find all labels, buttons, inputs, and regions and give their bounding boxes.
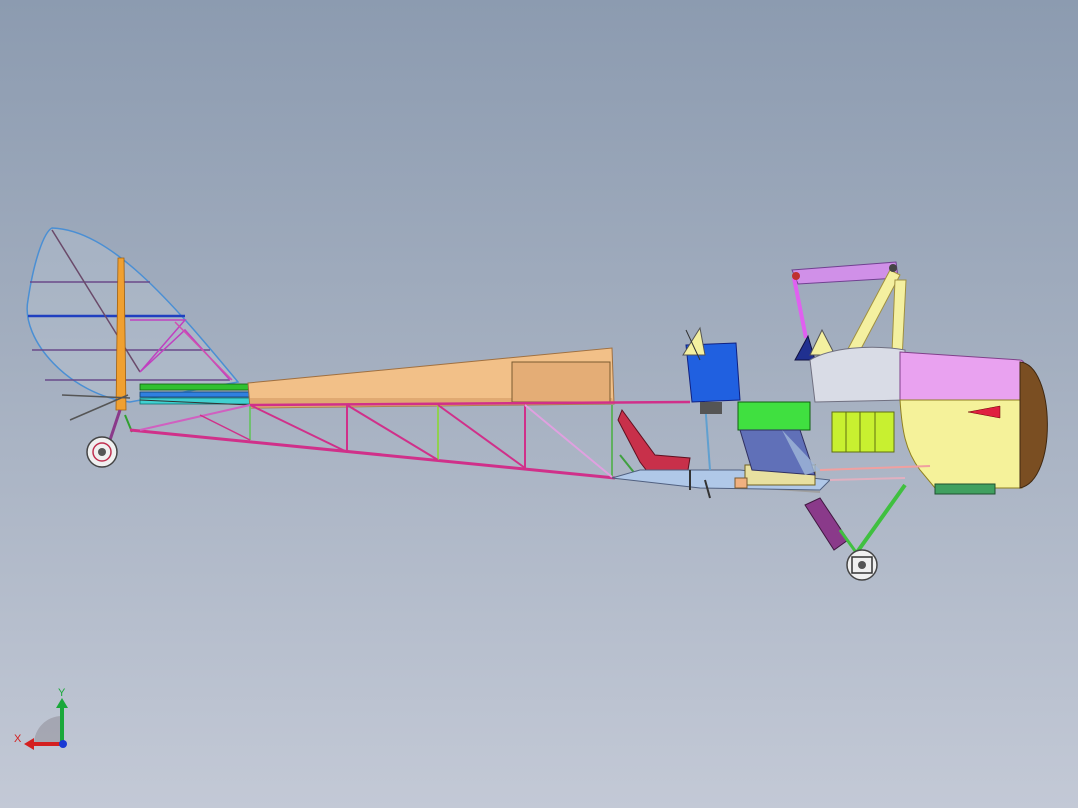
rear-fuselage-cover[interactable] (247, 347, 615, 409)
orientation-triad[interactable]: Y X (10, 686, 80, 756)
rear-instrument-panel[interactable] (682, 326, 741, 471)
front-cockpit-section[interactable] (737, 401, 820, 476)
tail-wheel[interactable] (86, 409, 133, 468)
y-axis-label: Y (58, 687, 66, 699)
x-axis-label: X (14, 733, 22, 745)
vertical-tail-fin[interactable] (26, 227, 240, 421)
cad-viewport[interactable]: Y X (0, 0, 1078, 808)
main-landing-gear[interactable] (804, 483, 907, 581)
horizontal-stabilizer[interactable] (139, 383, 251, 406)
triad-graphic (24, 698, 68, 750)
aircraft-model[interactable] (0, 0, 1078, 808)
